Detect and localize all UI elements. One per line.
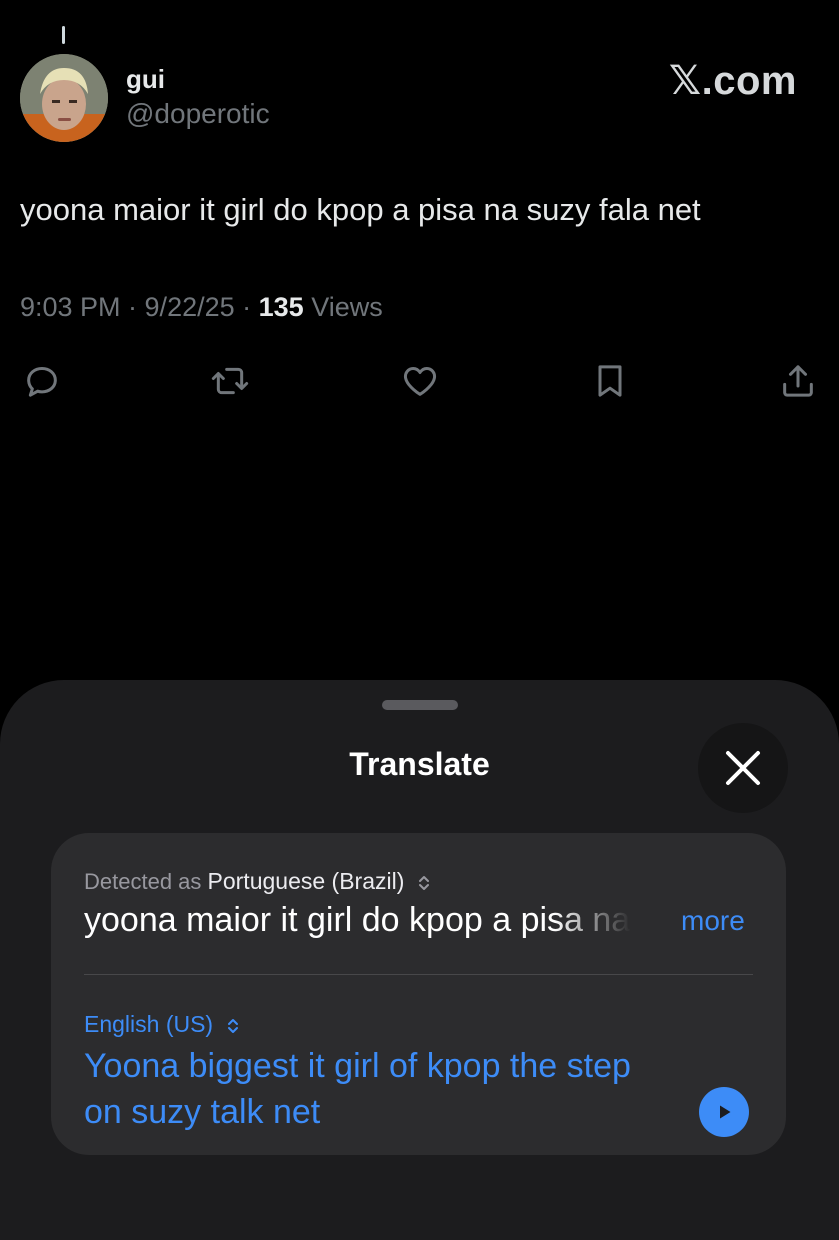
chevron-up-down-icon [418,876,429,891]
x-brand-logo: 𝕏.com [668,59,797,103]
tweet-timestamp: 9:03 PM · 9/22/25 · [20,292,259,322]
play-audio-button[interactable] [699,1087,749,1137]
bookmark-icon [598,365,622,397]
avatar-photo [20,54,108,142]
views-label: Views [303,292,383,322]
target-language: English (US) [84,1011,214,1037]
thread-connector-line [62,26,65,44]
target-language-selector[interactable]: English (US) [84,1011,240,1038]
tweet-actions-bar [0,356,839,406]
avatar[interactable] [20,54,108,142]
display-name[interactable]: gui [126,64,165,95]
chevron-up-down-icon [227,1018,238,1033]
user-handle[interactable]: @doperotic [126,98,270,130]
close-icon [726,751,760,785]
text-fade-overlay [554,901,644,951]
more-button[interactable]: more [681,905,745,937]
tweet-text: yoona maior it girl do kpop a pisa na su… [20,192,701,227]
play-icon [720,1105,731,1119]
close-button[interactable] [698,723,788,813]
sheet-grabber-handle[interactable] [382,700,458,710]
repost-arrows-icon [211,367,249,395]
reply-button[interactable] [17,356,67,406]
detected-prefix: Detected as [84,869,208,894]
source-language-selector[interactable]: Detected as Portuguese (Brazil) [84,868,431,895]
translation-card: Detected as Portuguese (Brazil) yoona ma… [51,833,786,1155]
like-button[interactable] [395,356,445,406]
translate-sheet: Translate Detected as Portuguese (Brazil… [0,680,839,1240]
speech-bubble-icon [27,367,57,397]
share-button[interactable] [773,356,823,406]
share-upload-icon [783,365,813,397]
tweet-meta: 9:03 PM · 9/22/25 · 135 Views [20,292,383,323]
source-text-container: yoona maior it girl do kpop a pisa na su… [84,901,644,951]
translated-text: Yoona biggest it girl of kpop the step o… [84,1047,631,1131]
bookmark-button[interactable] [585,356,635,406]
divider [84,974,753,975]
repost-button[interactable] [205,356,255,406]
source-language: Portuguese (Brazil) [207,868,405,894]
heart-icon [403,367,437,396]
views-count: 135 [258,292,304,322]
